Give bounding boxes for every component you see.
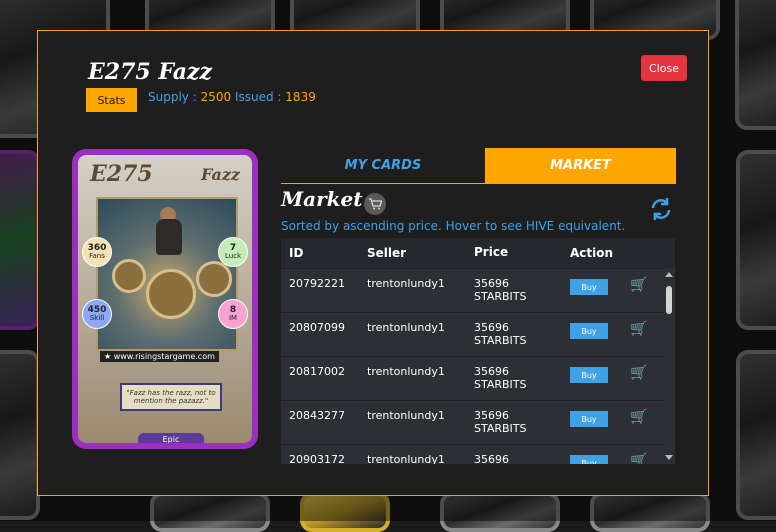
row-price: 35696 STARBITS — [474, 277, 527, 303]
column-action: Action — [570, 246, 614, 260]
card-photo-drummer — [96, 197, 238, 351]
add-to-cart-icon[interactable]: 🛒 — [630, 409, 647, 425]
supply-label: Supply : — [148, 90, 197, 104]
stat-skill: 450 Skill — [82, 299, 112, 329]
table-row: 20843277 trentonlundy1 35696 STARBITS Buy… — [281, 400, 675, 444]
card-image: E275 Fazz 360 Fans 7 Luck 450 Skill 8 IM… — [72, 149, 258, 449]
card-name: Fazz — [200, 165, 240, 184]
row-id: 20792221 — [289, 277, 345, 290]
tab-my-cards[interactable]: MY CARDS — [281, 148, 485, 183]
row-seller: trentonlundy1 — [367, 277, 445, 290]
row-seller: trentonlundy1 — [367, 409, 445, 422]
add-to-cart-icon[interactable]: 🛒 — [630, 277, 647, 293]
stats-button[interactable]: Stats — [86, 88, 137, 112]
card-rarity: Epic — [138, 433, 204, 443]
bass-drum — [146, 269, 196, 319]
buy-button[interactable]: Buy — [570, 367, 608, 383]
table-scrollbar[interactable] — [663, 268, 675, 464]
stat-luck: 7 Luck — [218, 237, 248, 267]
column-price: Price — [474, 245, 509, 259]
refresh-icon[interactable] — [647, 195, 675, 223]
drummer-body — [156, 219, 182, 255]
sort-hint: Sorted by ascending price. Hover to see … — [281, 219, 626, 233]
cart-icon — [364, 193, 386, 215]
card-details-modal: E275 Fazz Stats Supply : 2500 Issued : 1… — [37, 30, 709, 496]
buy-button[interactable]: Buy — [570, 323, 608, 339]
row-seller: trentonlundy1 — [367, 365, 445, 378]
row-price: 35696 STARBITS — [474, 409, 527, 435]
row-seller: trentonlundy1 — [367, 321, 445, 334]
buy-button[interactable]: Buy — [570, 455, 608, 464]
row-price: 35696 STARBITS — [474, 365, 527, 391]
add-to-cart-icon[interactable]: 🛒 — [630, 365, 647, 381]
scroll-down-arrow-icon[interactable] — [665, 455, 673, 460]
supply-issued-info: Supply : 2500 Issued : 1839 — [148, 90, 316, 104]
market-table: ID Seller Price Action 20792221 trentonl… — [281, 238, 675, 464]
tab-market[interactable]: MARKET — [485, 148, 676, 183]
add-to-cart-icon[interactable]: 🛒 — [630, 453, 647, 464]
buy-button[interactable]: Buy — [570, 279, 608, 295]
modal-title: E275 Fazz — [88, 59, 213, 85]
table-row: 20807099 trentonlundy1 35696 STARBITS Buy… — [281, 312, 675, 356]
row-price: 35696 — [474, 453, 509, 464]
tom-drum — [112, 259, 146, 293]
row-id: 20817002 — [289, 365, 345, 378]
column-id: ID — [289, 246, 304, 260]
column-seller: Seller — [367, 246, 407, 260]
scroll-up-arrow-icon[interactable] — [665, 272, 673, 277]
add-to-cart-icon[interactable]: 🛒 — [630, 321, 647, 337]
row-seller: trentonlundy1 — [367, 453, 445, 464]
card-code: E275 — [90, 161, 153, 187]
table-header: ID Seller Price Action — [281, 238, 675, 268]
stat-fans: 360 Fans — [82, 237, 112, 267]
tab-underline — [281, 183, 676, 184]
card-url: ★ www.risingstargame.com — [100, 351, 219, 362]
buy-button[interactable]: Buy — [570, 411, 608, 427]
issued-label: Issued : — [234, 90, 282, 104]
row-id: 20843277 — [289, 409, 345, 422]
table-row: 20817002 trentonlundy1 35696 STARBITS Buy… — [281, 356, 675, 400]
row-id: 20903172 — [289, 453, 345, 464]
floor-tom-drum — [196, 261, 232, 297]
table-row: 20903172 trentonlundy1 35696 Buy 🛒 — [281, 444, 675, 464]
table-row: 20792221 trentonlundy1 35696 STARBITS Buy… — [281, 268, 675, 312]
row-price: 35696 STARBITS — [474, 321, 527, 347]
close-button[interactable]: Close — [641, 55, 687, 81]
market-heading: Market — [281, 187, 363, 211]
stat-im: 8 IM — [218, 299, 248, 329]
card-quote: "Fazz has the razz, not to mention the p… — [120, 383, 222, 411]
supply-value: 2500 — [200, 90, 232, 104]
row-id: 20807099 — [289, 321, 345, 334]
issued-value: 1839 — [285, 90, 316, 104]
scroll-thumb[interactable] — [666, 286, 672, 314]
